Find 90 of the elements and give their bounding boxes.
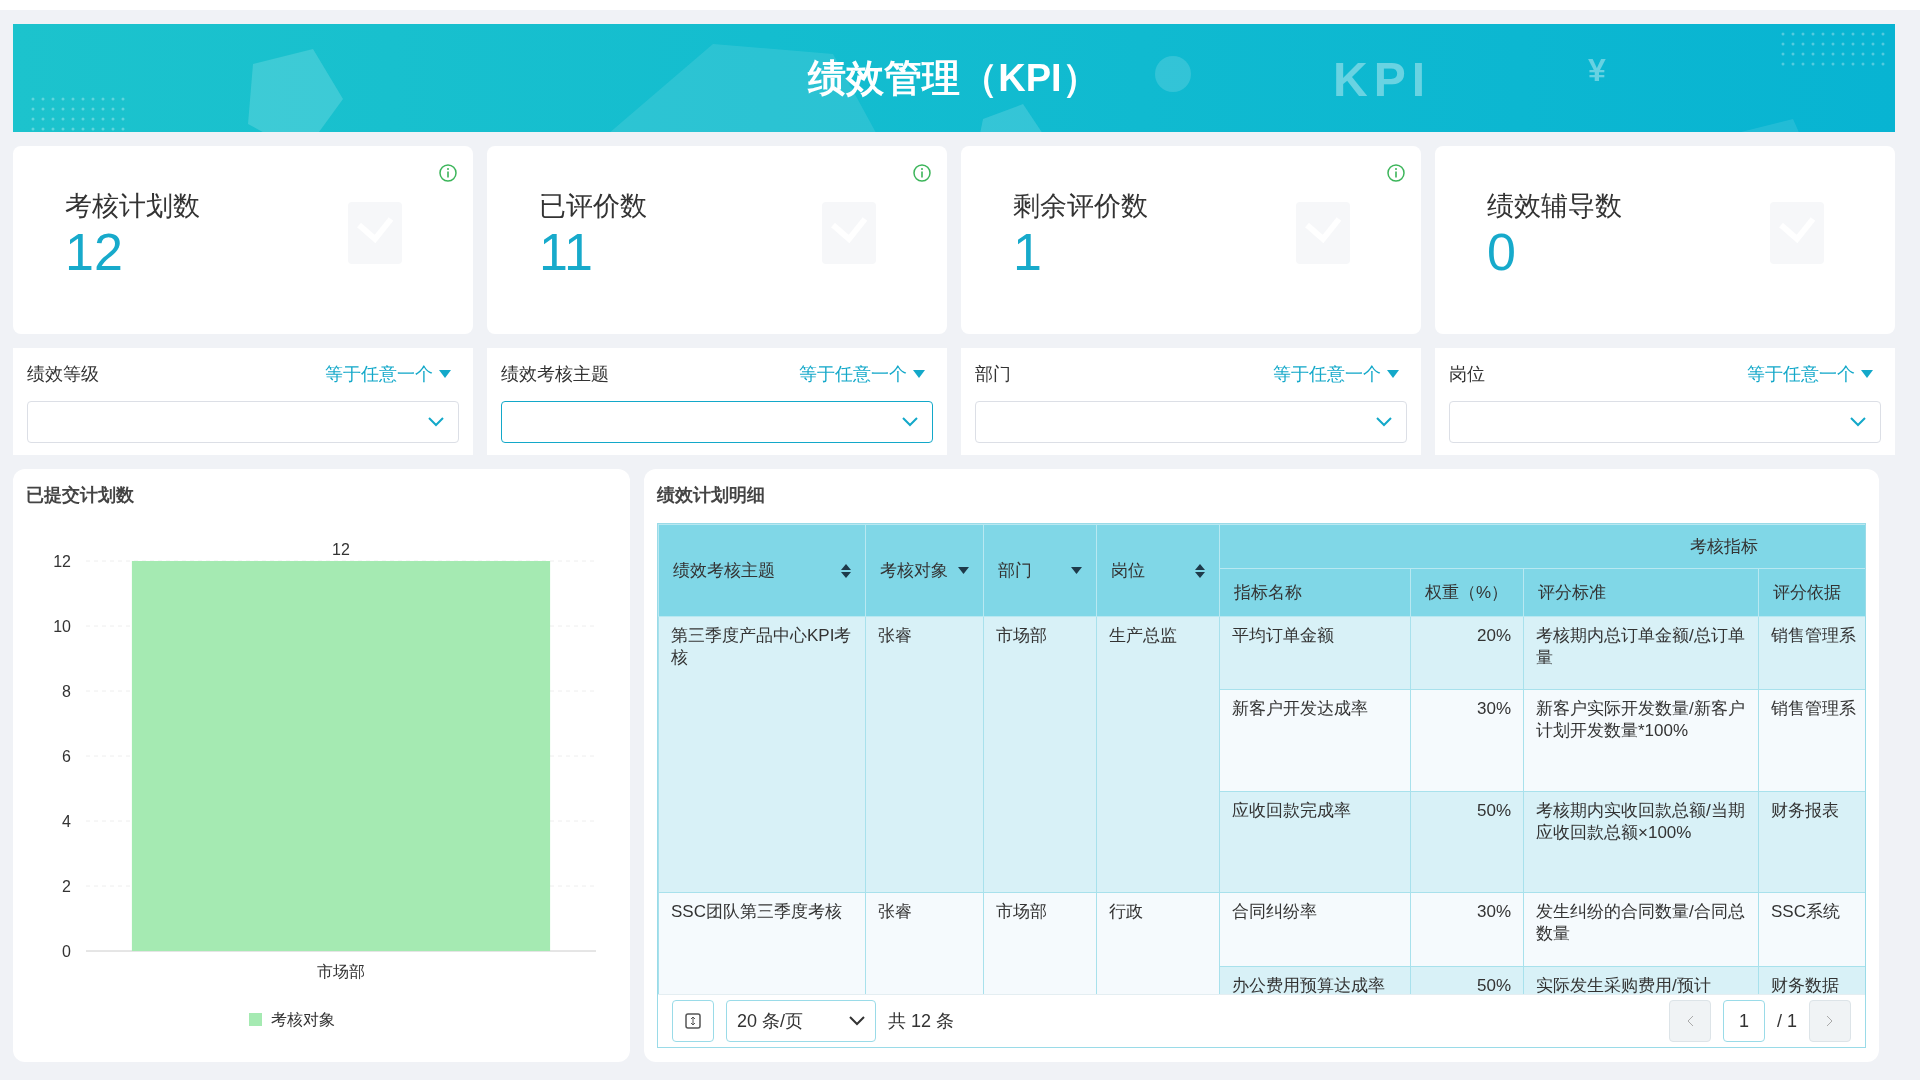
table-cell: 市场部: [983, 892, 1097, 994]
y-tick-label: 0: [62, 943, 71, 960]
table-cell: 生产总监: [1096, 616, 1220, 893]
stat-label: 已评价数: [539, 190, 648, 223]
select-field[interactable]: [501, 400, 933, 443]
info-icon[interactable]: [913, 164, 931, 182]
column-header[interactable]: 部门: [983, 524, 1097, 617]
info-icon[interactable]: [439, 164, 457, 182]
filter-label: 绩效等级: [27, 363, 99, 387]
banner-decor-text: ¥: [1588, 52, 1612, 89]
stat-label: 考核计划数: [65, 190, 201, 223]
table-cell: 考核期内总订单金额/总订单量: [1523, 616, 1759, 690]
stat-value: 1: [1013, 224, 1042, 282]
table-cell: 行政: [1096, 892, 1220, 994]
chevron-down-icon: [902, 416, 918, 427]
table-cell: 50%: [1410, 791, 1524, 893]
panel-title: 已提交计划数: [26, 484, 135, 507]
filter-caret-icon: [1071, 567, 1082, 574]
x-axis-label: 市场部: [317, 963, 365, 980]
column-header: 指标名称: [1219, 568, 1411, 617]
banner-decor-text: KPI: [1333, 52, 1431, 107]
table-cell: 发生纠纷的合同数量/合同总数量: [1523, 892, 1759, 967]
stat-value: 0: [1487, 224, 1516, 282]
legend-label: 考核对象: [271, 1011, 335, 1028]
y-tick-label: 12: [53, 553, 71, 570]
chevron-down-icon: [849, 1016, 865, 1026]
column-header[interactable]: 岗位: [1096, 524, 1220, 617]
panel-title: 绩效计划明细: [657, 484, 766, 507]
caret-icon: [913, 370, 925, 379]
column-header[interactable]: 绩效考核主题: [658, 524, 866, 617]
total-count: 共 12 条: [888, 1010, 955, 1033]
table-cell: 30%: [1410, 892, 1524, 967]
chevron-left-icon: [1686, 1015, 1694, 1027]
table-cell: 20%: [1410, 616, 1524, 690]
table-cell: SSC团队第三季度考核: [658, 892, 866, 994]
table-cell: 张睿: [865, 892, 984, 994]
table-cell: 销售管理系: [1758, 616, 1865, 690]
column-header[interactable]: 考核对象: [865, 524, 984, 617]
filter-label: 绩效考核主题: [501, 363, 609, 387]
column-header: 权重（%）: [1410, 568, 1524, 617]
stat-label: 剩余评价数: [1013, 190, 1149, 223]
table-cell: 市场部: [983, 616, 1097, 893]
page-title: 绩效管理（KPI）: [808, 55, 1100, 101]
table-cell: 财务数据: [1758, 966, 1865, 994]
table-cell: 办公费用预算达成率: [1219, 966, 1411, 994]
sort-icon: [841, 563, 851, 578]
filter-label: 岗位: [1449, 363, 1485, 387]
table-cell: 应收回款完成率: [1219, 791, 1411, 893]
y-tick-label: 6: [62, 748, 71, 765]
table-cell: 新客户实际开发数量/新客户计划开发数量*100%: [1523, 689, 1759, 792]
page-count: / 1: [1777, 1010, 1797, 1032]
stat-label: 绩效辅导数: [1487, 190, 1623, 223]
table-cell: 平均订单金额: [1219, 616, 1411, 690]
table-cell: 考核期内实收回款总额/当期应收回款总额×100%: [1523, 791, 1759, 893]
y-tick-label: 8: [62, 683, 71, 700]
filter-caret-icon: [958, 567, 969, 574]
table-cell: SSC系统: [1758, 892, 1865, 967]
group-header: 考核指标: [1219, 524, 1865, 569]
settings-icon: [685, 1013, 701, 1029]
caret-icon: [1387, 370, 1399, 379]
table-cell: 新客户开发达成率: [1219, 689, 1411, 792]
y-tick-label: 2: [62, 878, 71, 895]
table-cell: 第三季度产品中心KPI考核: [658, 616, 866, 893]
chevron-down-icon: [428, 416, 444, 427]
chevron-right-icon: [1826, 1015, 1834, 1027]
table-cell: 50%: [1410, 966, 1524, 994]
filter-label: 部门: [975, 363, 1011, 387]
info-icon[interactable]: [1387, 164, 1405, 182]
y-tick-label: 10: [53, 618, 71, 635]
table-cell: 实际发生采购费用/预计: [1523, 966, 1759, 994]
column-settings-button[interactable]: [672, 1000, 714, 1042]
sort-icon: [1195, 563, 1205, 578]
chevron-down-icon: [1850, 416, 1866, 427]
table-cell: 30%: [1410, 689, 1524, 792]
caret-icon: [1861, 370, 1873, 379]
column-header: 评分依据: [1758, 568, 1865, 617]
legend-swatch: [249, 1013, 262, 1026]
caret-icon: [439, 370, 451, 379]
data-label: 12: [332, 541, 350, 558]
table-cell: 销售管理系: [1758, 689, 1865, 792]
page-input[interactable]: 1: [1723, 1000, 1765, 1042]
stat-value: 12: [65, 224, 123, 282]
table-cell: 张睿: [865, 616, 984, 893]
table-cell: 财务报表: [1758, 791, 1865, 893]
chevron-down-icon: [1376, 416, 1392, 427]
y-tick-label: 4: [62, 813, 71, 830]
page-size-select[interactable]: 20 条/页: [726, 1000, 876, 1042]
stat-value: 11: [539, 224, 593, 282]
column-header: 评分标准: [1523, 568, 1759, 617]
table-cell: 合同纠纷率: [1219, 892, 1411, 967]
